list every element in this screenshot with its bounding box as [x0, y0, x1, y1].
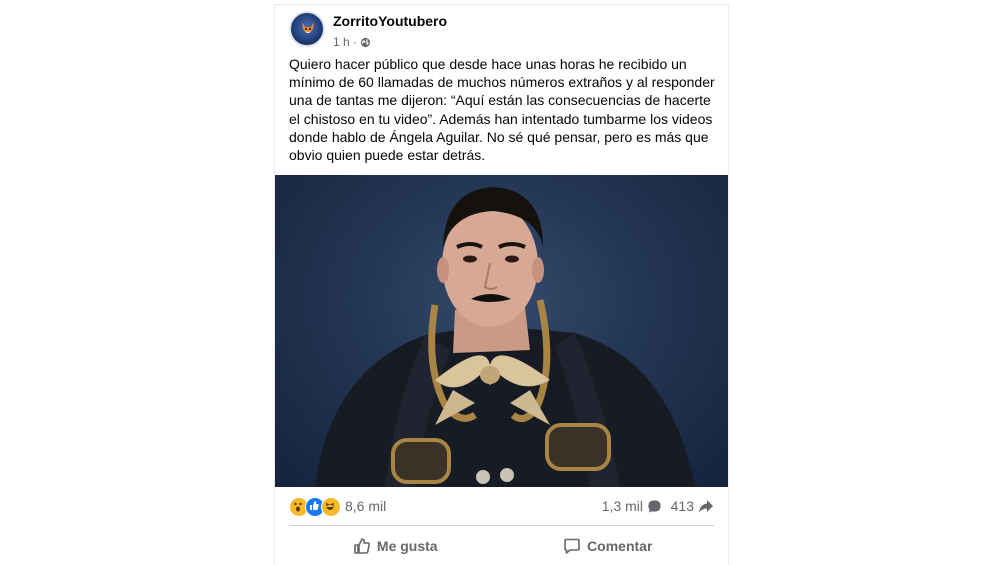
- post-text-line: una de tantas me dijeron: “Aquí están la…: [289, 92, 711, 109]
- post-text-line: Quiero hacer público que desde hace unas…: [289, 56, 687, 72]
- engagement-stats: 8,6 mil 1,3 mil 413: [289, 495, 714, 517]
- comment-count[interactable]: 1,3 mil: [602, 498, 662, 514]
- post-header: ZorritoYoutubero 1 h ·: [289, 11, 709, 55]
- post-text: Quiero hacer público que desde hace unas…: [289, 55, 719, 164]
- share-arrow-icon: [699, 499, 713, 512]
- fox-avatar-icon: [302, 22, 314, 33]
- post-meta: 1 h ·: [333, 35, 371, 49]
- comment-icon: [564, 538, 580, 554]
- avatar[interactable]: [289, 11, 325, 47]
- meta-separator: ·: [352, 35, 357, 49]
- like-button-label: Me gusta: [376, 538, 438, 554]
- comment-button-label: Comentar: [587, 538, 653, 554]
- haha-icon: [321, 497, 341, 517]
- comment-bubble-icon: [648, 499, 661, 513]
- post-card: ZorritoYoutubero 1 h · Quiero hacer públ…: [274, 4, 729, 565]
- reaction-icons[interactable]: [289, 497, 341, 517]
- portrait-illustration: [315, 187, 695, 487]
- share-count[interactable]: 413: [671, 498, 714, 514]
- comment-button[interactable]: Comentar: [502, 529, 715, 563]
- like-button[interactable]: Me gusta: [289, 529, 502, 563]
- post-text-line: el chistoso en tu video”. Además han int…: [289, 110, 713, 127]
- post-actions: Me gusta Comentar: [289, 529, 714, 563]
- post-time[interactable]: 1 h: [333, 35, 350, 49]
- thumbs-up-icon: [354, 538, 370, 554]
- globe-icon: [360, 37, 370, 47]
- author-name[interactable]: ZorritoYoutubero: [333, 13, 447, 29]
- reaction-count[interactable]: 8,6 mil: [345, 498, 386, 514]
- comment-count-text: 1,3 mil: [601, 498, 643, 514]
- post-photo[interactable]: [275, 175, 728, 487]
- share-count-text: 413: [670, 498, 694, 514]
- actions-divider: [289, 525, 714, 526]
- post-text-line: donde hablo de Ángela Aguilar. No sé qué…: [289, 128, 709, 145]
- post-text-line: mínimo de 60 llamadas de muchos números …: [289, 74, 715, 91]
- post-text-line: obvio quien puede estar detrás.: [289, 147, 486, 164]
